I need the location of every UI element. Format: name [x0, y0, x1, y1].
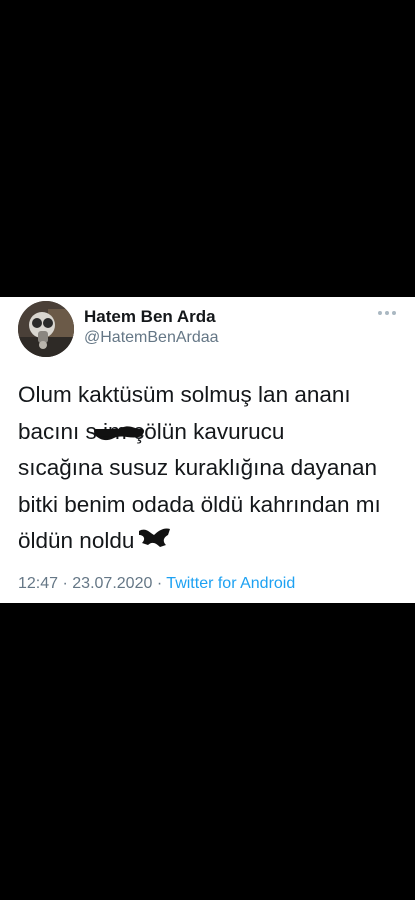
- more-dots-icon[interactable]: [376, 307, 398, 319]
- tweet-meta: 12:47 · 23.07.2020 · Twitter for Android: [18, 575, 295, 593]
- meta-separator: ·: [62, 575, 68, 592]
- tweet-line: bacını s im çölün kavurucu: [18, 418, 285, 444]
- tweet-source-link[interactable]: Twitter for Android: [166, 575, 295, 592]
- tweet-line: sıcağına susuz kuraklığına dayanan: [18, 455, 377, 480]
- tweet-date[interactable]: 23.07.2020: [72, 575, 152, 592]
- tweet-time[interactable]: 12:47: [18, 575, 58, 592]
- tweet-card: Hatem Ben Arda @HatemBenArdaa Olum kaktü…: [0, 297, 415, 603]
- user-handle[interactable]: @HatemBenArdaa: [84, 329, 219, 347]
- tweet-line: bitki benim odada öldü kahrından mı: [18, 491, 381, 517]
- tweet-line: Olum kaktüsüm solmuş lan ananı: [18, 382, 351, 407]
- meta-separator: ·: [156, 575, 163, 592]
- tweet-line: öldün noldu: [18, 528, 135, 553]
- tweet-text: Olum kaktüsüm solmuş lan ananı bacını s …: [18, 377, 408, 560]
- avatar[interactable]: [18, 301, 74, 357]
- display-name[interactable]: Hatem Ben Arda: [84, 307, 216, 327]
